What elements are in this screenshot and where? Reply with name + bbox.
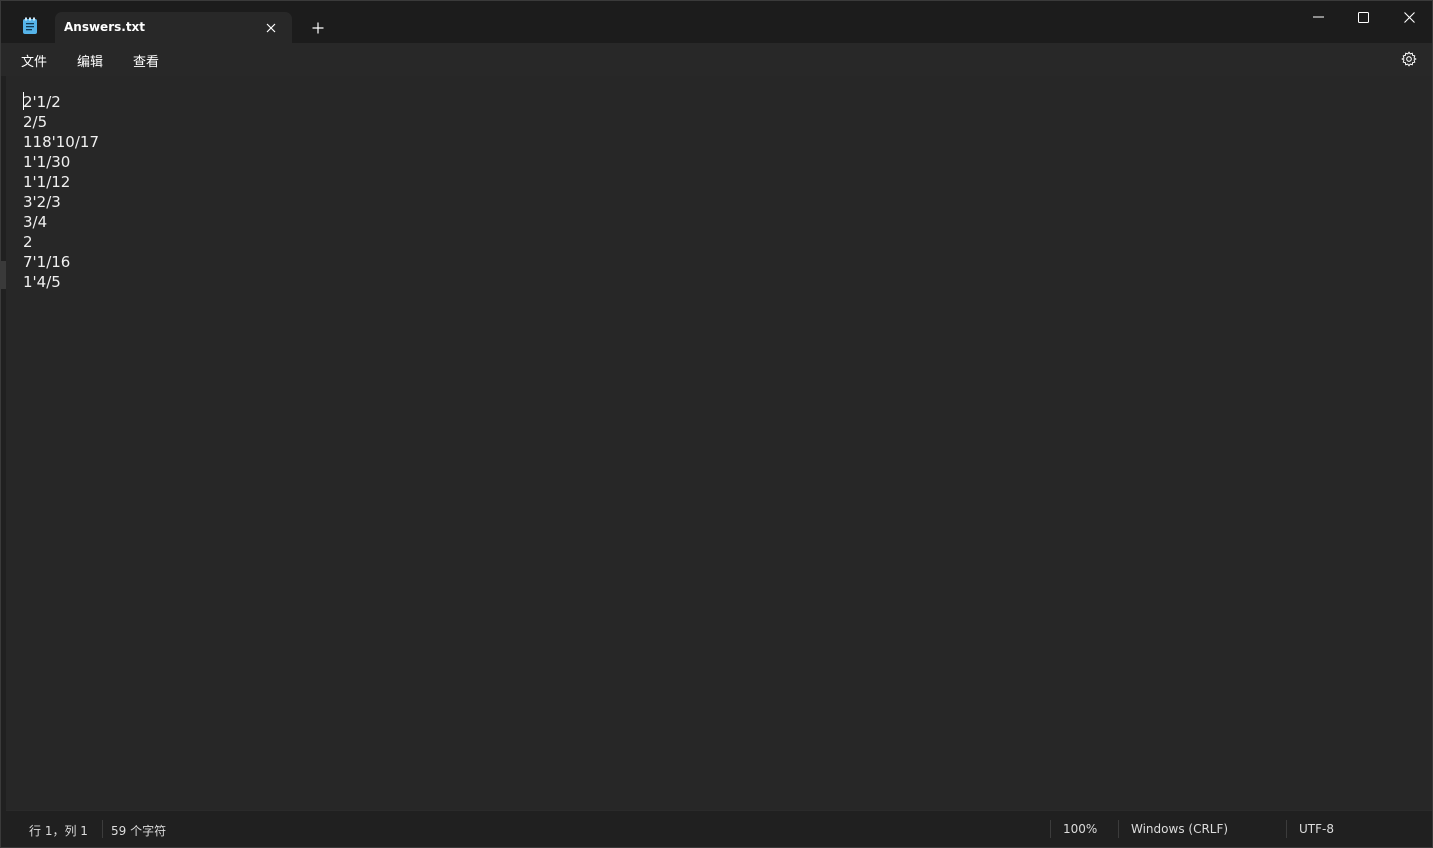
window-edge bbox=[1, 261, 6, 289]
minimize-icon bbox=[1312, 16, 1324, 18]
menu-file[interactable]: 文件 bbox=[19, 51, 49, 70]
settings-button[interactable] bbox=[1400, 50, 1418, 68]
maximize-button[interactable] bbox=[1340, 1, 1386, 33]
maximize-icon bbox=[1357, 11, 1369, 23]
cursor-position: 行 1，列 1 bbox=[29, 824, 88, 838]
encoding[interactable]: UTF-8 bbox=[1299, 822, 1334, 836]
notepad-window: Answers.txt 文件 编辑 查看 2'1/2 2/5 118'10/17… bbox=[0, 0, 1433, 848]
document-line: 1'1/30 bbox=[23, 153, 71, 171]
document-line: 1'1/12 bbox=[23, 173, 71, 191]
new-tab-button[interactable] bbox=[307, 17, 329, 39]
character-count: 59 个字符 bbox=[111, 824, 167, 838]
gear-icon bbox=[1401, 51, 1417, 67]
status-divider bbox=[1050, 820, 1051, 838]
document-line: 3/4 bbox=[23, 213, 48, 231]
document-line: 118'10/17 bbox=[23, 133, 99, 151]
notepad-icon bbox=[22, 17, 38, 35]
status-divider bbox=[1286, 820, 1287, 838]
document-line: 2 bbox=[23, 233, 33, 251]
menu-view[interactable]: 查看 bbox=[131, 51, 161, 70]
document-line: 7'1/16 bbox=[23, 253, 71, 271]
text-editor[interactable]: 2'1/2 2/5 118'10/17 1'1/30 1'1/12 3'2/3 … bbox=[6, 76, 1432, 810]
status-bar: 行 1，列 1 59 个字符 100% Windows (CRLF) UTF-8 bbox=[6, 810, 1432, 847]
menu-edit[interactable]: 编辑 bbox=[75, 51, 105, 70]
tab-answers[interactable]: Answers.txt bbox=[55, 12, 292, 43]
document-line: 2'1/2 bbox=[23, 93, 61, 111]
status-divider bbox=[1118, 820, 1119, 838]
title-bar[interactable]: Answers.txt bbox=[1, 1, 1432, 43]
close-window-button[interactable] bbox=[1386, 1, 1432, 33]
document-line: 3'2/3 bbox=[23, 193, 61, 211]
zoom-level[interactable]: 100% bbox=[1063, 822, 1097, 836]
minimize-button[interactable] bbox=[1295, 1, 1341, 33]
tab-title: Answers.txt bbox=[64, 20, 146, 34]
plus-icon bbox=[312, 22, 324, 34]
document-line: 2/5 bbox=[23, 113, 48, 131]
status-divider bbox=[102, 820, 103, 838]
menu-bar: 文件 编辑 查看 bbox=[1, 43, 1432, 76]
document-line: 1'4/5 bbox=[23, 273, 61, 291]
close-tab-icon[interactable] bbox=[261, 18, 281, 38]
line-ending[interactable]: Windows (CRLF) bbox=[1131, 822, 1228, 836]
close-icon bbox=[1403, 11, 1415, 23]
